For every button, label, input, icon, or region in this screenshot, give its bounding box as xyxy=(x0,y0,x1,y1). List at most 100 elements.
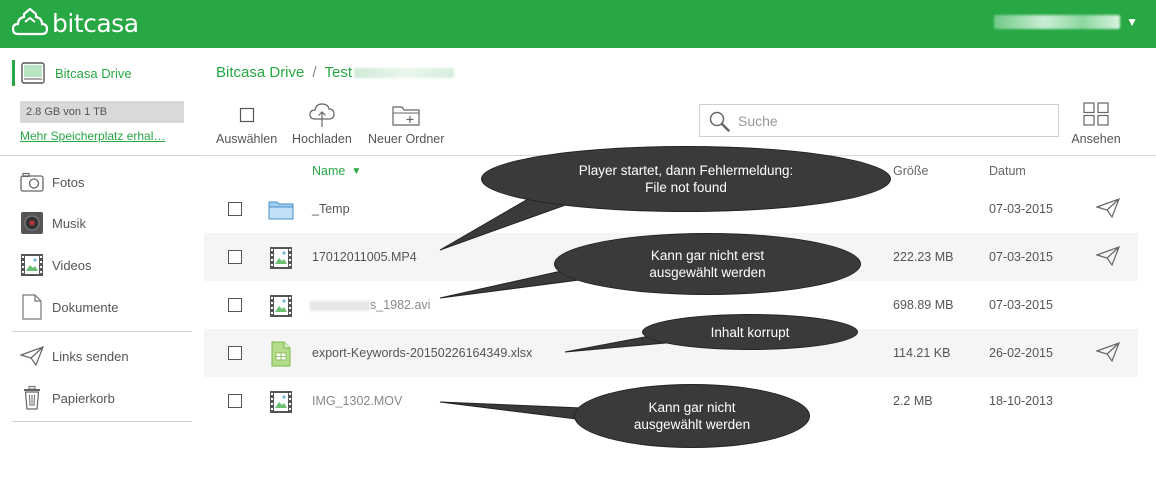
select-label: Auswählen xyxy=(216,132,278,146)
trash-icon xyxy=(20,386,44,410)
search-box xyxy=(699,104,1059,137)
sidebar-item-label: Videos xyxy=(52,257,92,273)
row-checkbox[interactable] xyxy=(228,250,242,264)
sidebar-item-dokumente[interactable]: Dokumente xyxy=(20,293,118,321)
top-bar: bitcasa ▼ xyxy=(0,0,1156,48)
select-button[interactable]: Auswählen xyxy=(216,102,277,146)
file-date: 07-03-2015 xyxy=(989,250,1053,264)
cloud-house-icon xyxy=(12,8,48,36)
video-file-icon xyxy=(268,293,294,319)
search-icon xyxy=(709,111,730,132)
upload-label: Hochladen xyxy=(292,132,352,146)
breadcrumb-root[interactable]: Bitcasa Drive xyxy=(216,64,304,81)
music-disc-icon xyxy=(20,211,44,235)
user-menu[interactable]: ▼ xyxy=(994,15,1138,29)
callout-bubble: Kann gar nicht ausgewählt werden xyxy=(574,384,810,448)
file-date: 18-10-2013 xyxy=(989,394,1053,408)
file-date: 07-03-2015 xyxy=(989,298,1053,312)
divider xyxy=(0,155,204,156)
sidebar-item-label: Links senden xyxy=(52,348,129,364)
storage-text: 2.8 GB von 1 TB xyxy=(26,106,108,118)
file-name-redacted xyxy=(310,300,370,311)
file-date: 07-03-2015 xyxy=(989,202,1053,216)
callout-text: Inhalt korrupt xyxy=(710,324,790,340)
file-name[interactable]: export-Keywords-20150226164349.xlsx xyxy=(312,346,532,360)
sidebar-item-label: Bitcasa Drive xyxy=(55,65,132,81)
checkbox-icon xyxy=(239,102,255,128)
sidebar-item-videos[interactable]: Videos xyxy=(20,251,92,279)
divider xyxy=(12,331,192,332)
user-name-redacted xyxy=(994,15,1121,29)
video-file-icon xyxy=(268,389,294,415)
column-header-size[interactable]: Größe xyxy=(893,164,928,178)
breadcrumb-redacted xyxy=(354,67,455,78)
bitcasa-logo[interactable]: bitcasa xyxy=(12,8,139,40)
file-name[interactable]: IMG_1302.MOV xyxy=(312,394,402,408)
sidebar-item-fotos[interactable]: Fotos xyxy=(20,168,85,196)
callout-text: Player startet, dann Fehlermeldung: xyxy=(578,163,794,178)
sidebar-item-label: Fotos xyxy=(52,174,85,190)
callout-bubble: Player startet, dann Fehlermeldung: File … xyxy=(481,146,891,212)
app-name: bitcasa xyxy=(52,8,139,38)
file-name[interactable]: s_1982.avi xyxy=(310,298,430,312)
column-header-name[interactable]: Name ▼ xyxy=(312,164,361,178)
row-checkbox[interactable] xyxy=(228,298,242,312)
callout-bubble: Inhalt korrupt xyxy=(642,314,858,350)
row-checkbox[interactable] xyxy=(228,346,242,360)
more-storage-link[interactable]: Mehr Speicherplatz erhal… xyxy=(20,129,184,143)
storage-meter: 2.8 GB von 1 TB xyxy=(20,101,184,123)
file-name-text: s_1982.avi xyxy=(370,298,431,312)
new-folder-button[interactable]: Neuer Ordner xyxy=(368,102,444,146)
file-date: 26-02-2015 xyxy=(989,346,1053,360)
breadcrumb: Bitcasa Drive / Test xyxy=(216,64,455,81)
file-name[interactable]: _Temp xyxy=(312,202,350,216)
column-header-date[interactable]: Datum xyxy=(989,164,1026,178)
caret-down-icon: ▼ xyxy=(1126,15,1138,29)
callout-text: File not found xyxy=(645,180,727,195)
file-size: 114.21 KB xyxy=(893,346,951,360)
send-link-icon[interactable] xyxy=(1096,246,1120,266)
sidebar-item-papierkorb[interactable]: Papierkorb xyxy=(20,384,115,412)
sidebar-item-musik[interactable]: Musik xyxy=(20,209,86,237)
document-icon xyxy=(20,294,44,320)
sidebar-item-bitcasa-drive[interactable]: Bitcasa Drive xyxy=(12,60,132,86)
callout-text: Kann gar nicht erst xyxy=(650,248,765,263)
cloud-upload-icon xyxy=(308,102,336,128)
breadcrumb-separator: / xyxy=(312,64,317,81)
paper-plane-icon xyxy=(20,344,44,368)
callout-text: Kann gar nicht xyxy=(648,400,736,415)
file-size: 222.23 MB xyxy=(893,250,954,264)
sidebar-item-label: Dokumente xyxy=(52,299,119,315)
callout-bubble: Kann gar nicht erst ausgewählt werden xyxy=(554,233,861,295)
film-icon xyxy=(20,253,44,277)
folder-plus-icon xyxy=(392,102,420,128)
drive-icon xyxy=(21,62,45,84)
search-input[interactable] xyxy=(738,112,1038,129)
folder-icon xyxy=(268,197,294,223)
callout-text: ausgewählt werden xyxy=(649,265,766,280)
spreadsheet-file-icon xyxy=(268,341,294,367)
file-size: 2.2 MB xyxy=(893,394,933,408)
sidebar-item-links-senden[interactable]: Links senden xyxy=(20,342,129,370)
file-name[interactable]: 17012011005.MP4 xyxy=(312,250,417,264)
new-folder-label: Neuer Ordner xyxy=(368,132,445,146)
column-header-label: Name xyxy=(312,164,346,178)
grid-view-icon xyxy=(1083,102,1109,126)
callout-text: ausgewählt werden xyxy=(633,417,751,432)
video-file-icon xyxy=(268,245,294,271)
upload-button[interactable]: Hochladen xyxy=(292,102,352,146)
sidebar-item-label: Musik xyxy=(52,215,86,231)
camera-icon xyxy=(20,170,44,194)
sidebar: Bitcasa Drive 2.8 GB von 1 TB Mehr Speic… xyxy=(0,48,204,492)
view-label: Ansehen xyxy=(1071,132,1121,146)
row-checkbox[interactable] xyxy=(228,202,242,216)
row-checkbox[interactable] xyxy=(228,394,242,408)
sidebar-item-label: Papierkorb xyxy=(52,390,115,406)
send-link-icon[interactable] xyxy=(1096,342,1120,362)
send-link-icon[interactable] xyxy=(1096,198,1120,218)
file-size: 698.89 MB xyxy=(893,298,954,312)
sort-descending-icon: ▼ xyxy=(351,165,362,177)
view-button[interactable]: Ansehen xyxy=(1068,102,1124,146)
breadcrumb-current: Test xyxy=(324,64,353,81)
divider xyxy=(12,421,192,422)
